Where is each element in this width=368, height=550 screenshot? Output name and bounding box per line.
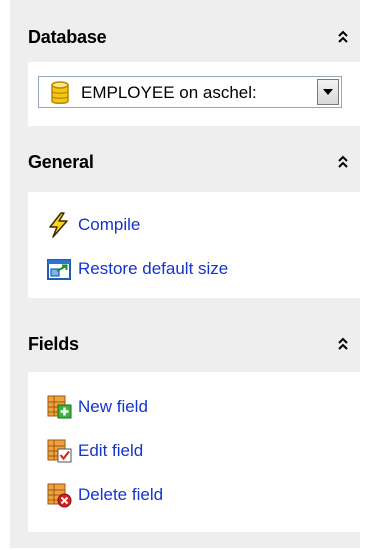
- database-select[interactable]: EMPLOYEE on aschel:: [38, 76, 342, 108]
- restore-size-icon: [47, 259, 71, 280]
- dropdown-arrow-button[interactable]: [317, 79, 339, 105]
- delete-field-link[interactable]: Delete field: [46, 482, 163, 508]
- restore-default-size-link[interactable]: Restore default size: [46, 256, 228, 282]
- delete-field-icon: [47, 483, 72, 508]
- compile-link[interactable]: Compile: [46, 212, 140, 238]
- database-section-header[interactable]: Database: [28, 18, 360, 56]
- collapse-chevrons-icon[interactable]: [334, 27, 352, 47]
- database-section-title: Database: [28, 26, 107, 47]
- fields-section-title: Fields: [28, 333, 79, 354]
- navigation-panel: Database EMPLOYEE on aschel: General Com…: [10, 0, 362, 548]
- general-section-title: General: [28, 151, 94, 172]
- database-select-value: EMPLOYEE on aschel:: [81, 83, 257, 102]
- collapse-chevrons-icon[interactable]: [334, 334, 352, 354]
- edit-field-link[interactable]: Edit field: [46, 438, 143, 464]
- database-cylinder-icon: [51, 81, 69, 104]
- collapse-chevrons-icon[interactable]: [334, 152, 352, 172]
- new-field-icon: [47, 395, 72, 419]
- restore-default-size-label: Restore default size: [78, 259, 229, 278]
- general-section-body: Compile Restore default size: [28, 192, 362, 298]
- fields-section-body: New field Edit field Delete field: [28, 372, 362, 532]
- delete-field-label: Delete field: [78, 485, 164, 504]
- new-field-label: New field: [78, 397, 148, 416]
- edit-field-icon: [47, 439, 72, 463]
- lightning-compile-icon: [49, 212, 68, 238]
- fields-section-header[interactable]: Fields: [28, 325, 360, 363]
- database-section-body: EMPLOYEE on aschel:: [28, 62, 362, 126]
- new-field-link[interactable]: New field: [46, 394, 148, 420]
- general-section-header[interactable]: General: [28, 143, 360, 181]
- compile-label: Compile: [78, 215, 141, 234]
- dropdown-arrow-icon: [323, 89, 333, 95]
- edit-field-label: Edit field: [78, 441, 144, 460]
